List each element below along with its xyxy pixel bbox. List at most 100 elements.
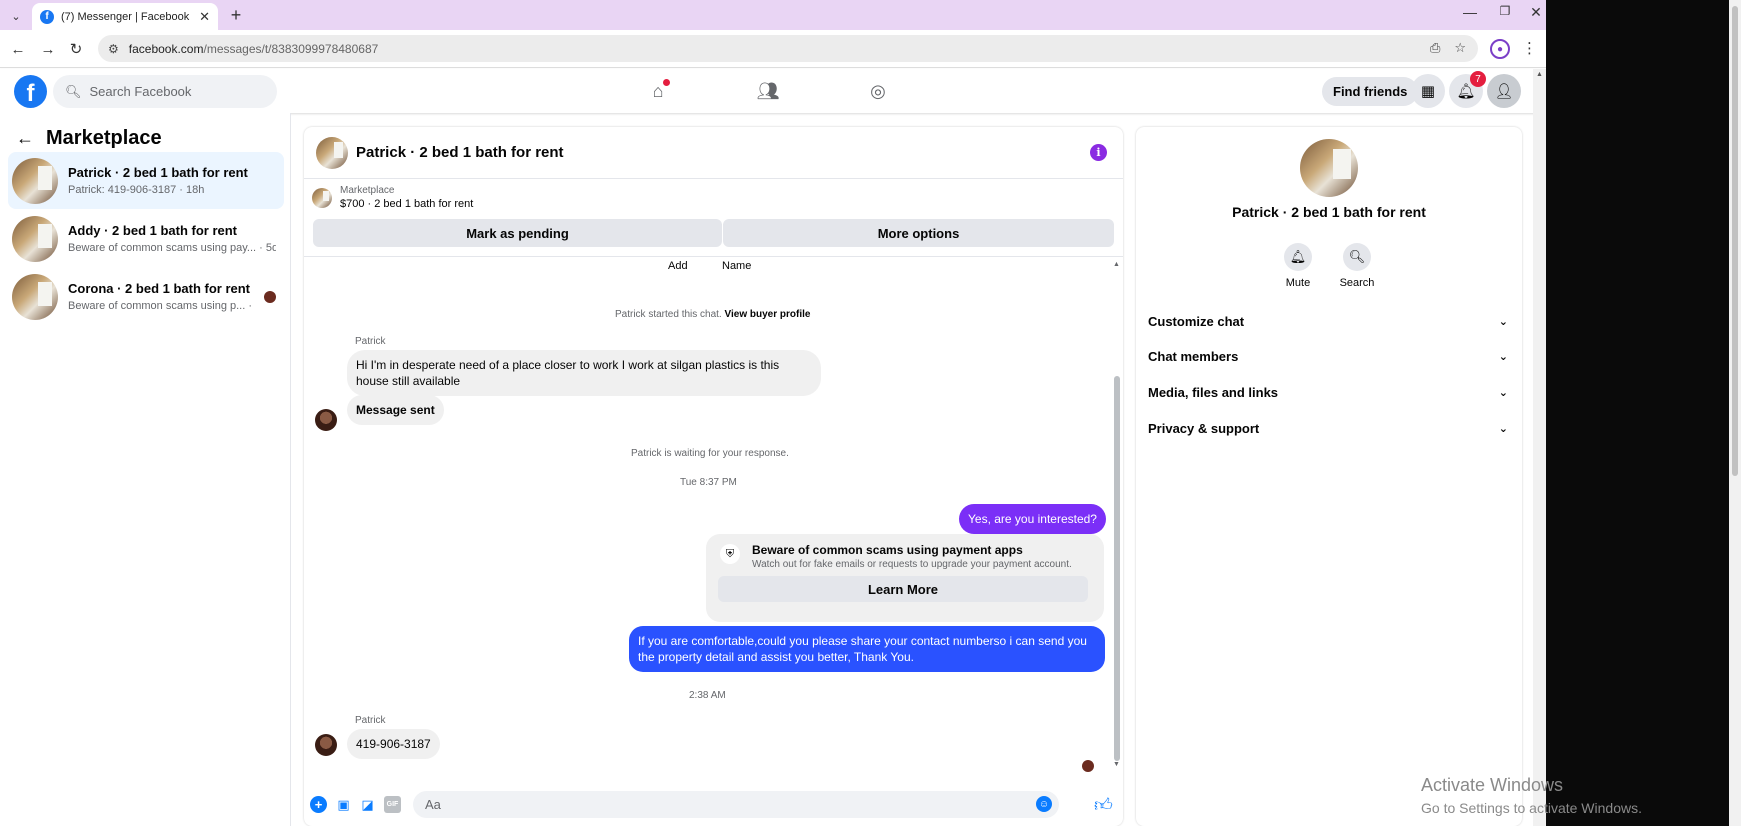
minimize-button[interactable]: —	[1455, 4, 1485, 20]
chat-started-notice: Patrick started this chat. View buyer pr…	[615, 309, 811, 320]
new-tab-button[interactable]: +	[226, 5, 246, 25]
conversation-name: Addy · 2 bed 1 bath for rent	[68, 223, 238, 238]
facebook-header: f 🔍︎ Search Facebook ⌂ 👥︎ ◎ Find friends…	[0, 69, 1546, 113]
message-input[interactable]: Aa ☺	[413, 791, 1059, 818]
privacy-support-row[interactable]: Privacy & support ⌄	[1148, 412, 1508, 444]
sender-avatar[interactable]	[315, 409, 337, 431]
groups-icon[interactable]: ◎	[865, 79, 891, 103]
listing-mini-thumbnail	[312, 187, 332, 208]
chat-members-row[interactable]: Chat members ⌄	[1148, 340, 1508, 372]
restore-button[interactable]: ❐	[1490, 4, 1520, 18]
more-options-button[interactable]: More options	[723, 219, 1114, 247]
conversation-item[interactable]: Corona · 2 bed 1 bath for rent Beware of…	[8, 268, 284, 325]
forward-button[interactable]: →	[38, 39, 58, 59]
browser-menu-icon[interactable]: ⋮	[1522, 39, 1537, 57]
row-label: Media, files and links	[1148, 384, 1279, 400]
mark-as-pending-button[interactable]: Mark as pending	[313, 219, 722, 247]
back-arrow-icon[interactable]: ←	[16, 128, 34, 149]
row-label: Customize chat	[1148, 313, 1245, 329]
attach-media-icon[interactable]: ▣	[335, 796, 352, 813]
chat-scroll-thumb[interactable]	[1114, 376, 1120, 761]
emoji-icon[interactable]: ☺	[1036, 796, 1052, 812]
add-label[interactable]: Add	[668, 260, 688, 272]
url-field[interactable]: ⚙ facebook.com/messages/t/83830999784806…	[98, 35, 1478, 62]
search-label: Search	[1339, 277, 1375, 289]
chat-title: Patrick · 2 bed 1 bath for rent	[356, 144, 564, 161]
facebook-favicon-icon: f	[40, 9, 54, 24]
facebook-search-input[interactable]: 🔍︎ Search Facebook	[53, 75, 277, 108]
seen-avatar	[1082, 760, 1094, 772]
info-icon[interactable]: i	[1090, 144, 1107, 161]
address-bar: ← → ↻ ⚙ facebook.com/messages/t/83830999…	[0, 30, 1546, 68]
thumbs-up-like-icon[interactable]: 👍︎	[1094, 794, 1113, 816]
reload-button[interactable]: ↻	[66, 39, 86, 59]
friends-icon[interactable]: 👥︎	[755, 79, 781, 103]
gif-icon[interactable]: GIF	[384, 796, 401, 813]
scam-warning-title: Beware of common scams using payment app…	[752, 543, 1023, 557]
listing-summary[interactable]: Marketplace $700 · 2 bed 1 bath for rent	[312, 185, 473, 210]
name-label[interactable]: Name	[722, 260, 751, 272]
tab-title: (7) Messenger | Facebook	[61, 10, 190, 23]
listing-thumbnail	[12, 215, 58, 262]
page-scrollbar[interactable]: ▲	[1533, 69, 1546, 826]
sender-name: Patrick	[355, 715, 386, 726]
chevron-down-icon: ⌄	[1498, 315, 1508, 328]
mute-button[interactable]: 🔔︎ Mute	[1268, 243, 1328, 289]
view-buyer-profile-link[interactable]: View buyer profile	[725, 309, 811, 320]
details-listing-thumbnail[interactable]	[1300, 139, 1358, 197]
sender-avatar[interactable]	[315, 734, 337, 756]
conversation-item[interactable]: Patrick · 2 bed 1 bath for rent Patrick:…	[8, 152, 284, 209]
message-input-placeholder: Aa	[425, 797, 441, 812]
customize-chat-row[interactable]: Customize chat ⌄	[1148, 305, 1508, 337]
outgoing-message[interactable]: If you are comfortable,could you please …	[629, 626, 1105, 672]
marketplace-title: Marketplace	[46, 127, 162, 149]
search-icon: 🔍︎	[65, 83, 82, 99]
facebook-logo-icon[interactable]: f	[14, 75, 47, 108]
chevron-down-icon: ⌄	[1498, 386, 1508, 399]
find-friends-button[interactable]: Find friends	[1322, 77, 1419, 106]
chat-details-panel: Patrick · 2 bed 1 bath for rent 🔔︎ Mute …	[1136, 127, 1522, 826]
chat-panel: Patrick · 2 bed 1 bath for rent i Market…	[304, 127, 1123, 826]
conversation-preview: Beware of common scams using pay... · 5d	[68, 242, 276, 254]
tab-search-dropdown[interactable]: ⌄	[6, 6, 26, 26]
chevron-down-icon: ⌄	[1498, 422, 1508, 435]
account-avatar[interactable]: 👤︎	[1487, 74, 1521, 108]
media-files-links-row[interactable]: Media, files and links ⌄	[1148, 376, 1508, 408]
bookmark-star-icon[interactable]: ☆	[1454, 40, 1466, 56]
learn-more-button[interactable]: Learn More	[718, 576, 1088, 602]
sticker-icon[interactable]: ◪	[359, 796, 376, 813]
search-in-chat-button[interactable]: 🔍︎ Search	[1327, 243, 1387, 289]
chat-header[interactable]: Patrick · 2 bed 1 bath for rent i	[304, 127, 1123, 179]
details-title: Patrick · 2 bed 1 bath for rent	[1232, 204, 1426, 220]
browser-profile-icon[interactable]: ●	[1490, 39, 1510, 59]
conversation-item[interactable]: Addy · 2 bed 1 bath for rent Beware of c…	[8, 210, 284, 267]
row-label: Privacy & support	[1148, 420, 1260, 436]
outer-scrollbar-thumb[interactable]	[1732, 6, 1738, 476]
message-composer: + ▣ ◪ GIF Aa ☺ 👍︎	[304, 784, 1123, 826]
close-window-button[interactable]: ✕	[1521, 4, 1546, 21]
sender-name: Patrick	[355, 336, 386, 347]
listing-thumbnail	[12, 273, 58, 320]
tab-bar: ⌄ f (7) Messenger | Facebook ✕ + — ❐ ✕	[0, 0, 1546, 30]
row-label: Chat members	[1148, 348, 1239, 364]
menu-grid-icon[interactable]: ▦	[1411, 74, 1445, 108]
conversation-name: Patrick · 2 bed 1 bath for rent	[68, 165, 248, 180]
close-tab-icon[interactable]: ✕	[199, 9, 210, 25]
incoming-message[interactable]: Hi I'm in desperate need of a place clos…	[347, 350, 821, 396]
incoming-message[interactable]: 419-906-3187	[347, 729, 440, 759]
site-info-icon[interactable]: ⚙	[108, 42, 119, 56]
desktop-background	[1546, 0, 1741, 826]
home-notification-dot	[663, 79, 670, 86]
chat-scrollbar[interactable]: ▲ ▼	[1112, 261, 1121, 771]
more-actions-plus-icon[interactable]: +	[310, 796, 327, 813]
bell-icon: 🔔︎	[1284, 243, 1312, 271]
install-app-icon[interactable]: ⎙	[1430, 40, 1440, 56]
listing-price-title: $700 · 2 bed 1 bath for rent	[340, 198, 474, 210]
search-placeholder: Search Facebook	[89, 84, 192, 99]
browser-tab[interactable]: f (7) Messenger | Facebook ✕	[32, 3, 218, 30]
back-button[interactable]: ←	[8, 39, 28, 59]
divider	[304, 256, 1123, 257]
mute-label: Mute	[1285, 277, 1311, 289]
outgoing-message[interactable]: Yes, are you interested?	[959, 504, 1106, 534]
incoming-message[interactable]: Message sent	[347, 395, 444, 425]
